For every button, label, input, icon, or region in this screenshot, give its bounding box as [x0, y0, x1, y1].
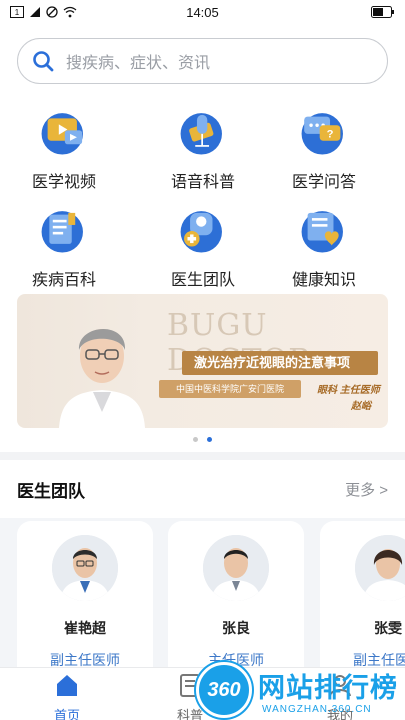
status-time: 14:05: [186, 4, 219, 20]
feature-label: 健康知识: [291, 272, 356, 289]
doctor-card[interactable]: 张雯 副主任医师: [320, 521, 405, 668]
banner-hospital: 中国中医科学院广安门医院: [159, 380, 301, 398]
encyclopedia-icon: [39, 206, 89, 256]
avatar: [355, 535, 405, 601]
feature-label: 疾病百科: [31, 272, 96, 289]
feature-medical-qa[interactable]: ? 医学问答: [269, 108, 379, 192]
tab-home[interactable]: 首页: [27, 668, 107, 720]
doctor-name: 张雯: [374, 620, 402, 636]
watermark-text: 网站排行榜: [258, 673, 398, 703]
watermark-logo: 360: [196, 662, 252, 718]
feature-label: 医生团队: [170, 272, 235, 289]
health-knowledge-icon: [299, 206, 349, 256]
qa-chat-icon: ?: [299, 108, 349, 158]
feature-label: 医学问答: [291, 174, 356, 191]
microphone-icon: [178, 108, 228, 158]
feature-disease-encyclopedia[interactable]: 疾病百科: [9, 206, 119, 290]
carousel-dot[interactable]: [193, 437, 198, 442]
doctor-title: 副主任医师: [50, 652, 120, 668]
feature-label: 语音科普: [170, 174, 235, 191]
feature-health-knowledge[interactable]: 健康知识: [269, 206, 379, 290]
section-title: 医生团队: [17, 481, 85, 501]
banner-department: 眼科 主任医师: [317, 385, 380, 396]
video-icon: [39, 108, 89, 158]
doctor-card[interactable]: 张良 主任医师: [168, 521, 304, 668]
doctor-portrait: [59, 328, 145, 428]
feature-voice-science[interactable]: 语音科普: [148, 108, 258, 192]
status-bar: 1 14:05: [0, 0, 405, 24]
doctor-name: 张良: [222, 620, 250, 636]
doctor-card[interactable]: 崔艳超 副主任医师: [17, 521, 153, 668]
feature-medical-video[interactable]: 医学视频: [9, 108, 119, 192]
feature-label: 医学视频: [31, 174, 96, 191]
doctor-team-icon: [178, 206, 228, 256]
carousel-dot-active[interactable]: [207, 437, 212, 442]
banner-title: 激光治疗近视眼的注意事项: [182, 351, 378, 375]
watermark: 360 网站排行榜 WANGZHAN.360.CN: [196, 662, 405, 720]
search-placeholder: 搜疾病、症状、资讯: [66, 55, 211, 72]
watermark-url: WANGZHAN.360.CN: [262, 704, 372, 715]
doctor-name: 崔艳超: [64, 620, 106, 636]
promo-banner[interactable]: BUGU DOCTOR 激光治疗近视眼的注意事项 中国中医科学院广安门医院 眼科…: [17, 294, 388, 428]
doctor-team-header: 医生团队 更多 >: [0, 460, 405, 518]
home-icon: [57, 675, 77, 696]
more-link[interactable]: 更多 >: [345, 479, 388, 500]
avatar: [52, 535, 118, 601]
feature-doctor-team[interactable]: 医生团队: [148, 206, 258, 290]
search-input[interactable]: 搜疾病、症状、资讯: [17, 38, 388, 84]
tab-label: 首页: [53, 708, 80, 720]
banner-doctor-name: 赵峪: [351, 401, 371, 412]
doctor-card-list: 崔艳超 副主任医师 张良 主任医师 张雯 副主任医师: [0, 518, 405, 668]
search-icon: [33, 51, 54, 72]
svg-text:?: ?: [327, 128, 334, 140]
avatar: [203, 535, 269, 601]
section-divider: [0, 452, 405, 460]
carousel-indicator: [0, 437, 405, 442]
